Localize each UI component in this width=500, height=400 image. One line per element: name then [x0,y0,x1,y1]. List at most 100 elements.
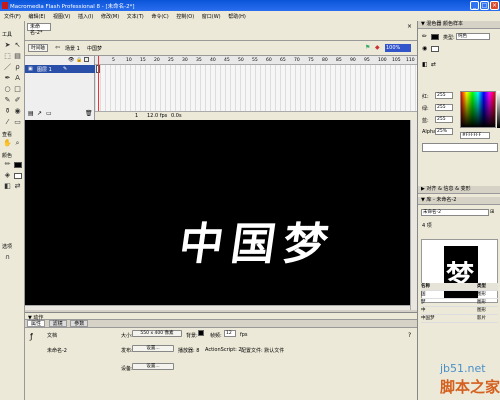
list-item[interactable]: 梦 图形 [421,299,498,307]
edit-symbol-icon[interactable]: ◆ [375,44,380,51]
close-document-icon[interactable]: × [407,23,412,30]
mixer-stroke-swatch[interactable] [431,34,439,40]
timeline-ruler[interactable]: 5 10 15 20 25 30 35 40 45 50 55 60 65 70 75 80 85 90 95 100… [95,56,417,65]
type-label: 类型: [443,35,455,41]
actions-panel-bar[interactable]: ▼ 动作 [25,312,417,321]
snap-to-objects-icon[interactable]: ∩ [3,253,12,262]
add-folder-icon[interactable]: ▭ [46,110,52,117]
edit-scene-icon[interactable]: ⚑ [365,44,370,51]
options-section-label: 选项 [2,244,13,250]
frame-rate: 12.0 fps [147,113,168,119]
library-col-name[interactable]: 名称 [421,284,430,289]
document-tab[interactable]: 未命名-2* [27,23,51,36]
outline-icon[interactable] [84,57,89,62]
pen-tool-icon[interactable]: ✒ [3,74,12,83]
zoom-tool-icon[interactable]: ⌕ [13,139,22,148]
tab-filters[interactable]: 滤镜 [48,320,67,327]
layer-list: 👁 🔒 ▣ 图层 1 ✎ ▤ ↗ ▭ 🗑 [25,56,95,120]
stage-text-zhongguomeng[interactable]: 中国梦 [176,208,341,272]
device-settings-button[interactable]: 设置... [132,363,174,370]
pencil-edit-icon: ✎ [63,66,68,72]
add-layer-icon[interactable]: ▤ [28,110,34,117]
color-mixer-header[interactable]: ▼ 混色器 颜色样本 [418,21,500,29]
mixer-swap-icon[interactable]: ⇄ [431,61,436,68]
ruler-tick-label: 85 [336,58,342,63]
blue-input[interactable]: 255 [435,116,453,123]
selection-tool-icon[interactable]: ➤ [3,41,12,50]
background-color-swatch[interactable] [198,330,204,336]
back-arrow-icon[interactable]: ⇦ [55,44,60,51]
stage-horizontal-scrollbar[interactable] [25,305,410,310]
document-size-button[interactable]: 550 x 400 像素 [132,330,182,337]
fill-bucket-icon[interactable]: ◉ [422,45,427,52]
ruler-tick-label: 15 [140,58,146,63]
line-tool-icon[interactable]: ／ [3,63,12,72]
symbol-breadcrumb[interactable]: 中国梦 [87,45,102,52]
red-input[interactable]: 255 [435,92,453,99]
color-spectrum[interactable] [460,91,496,128]
ruler-tick-label: 65 [280,58,286,63]
library-item-name: 梦 [421,300,426,305]
list-item[interactable]: 国 图形 [421,291,498,299]
ruler-tick-label: 5 [112,58,115,63]
close-button[interactable]: × [490,1,499,10]
green-input[interactable]: 255 [435,104,453,111]
mixer-fill-swatch[interactable] [431,46,439,52]
tab-parameters[interactable]: 参数 [70,320,89,327]
stroke-color-swatch[interactable] [14,162,22,168]
subselection-tool-icon[interactable]: ↖ [13,41,22,50]
ruler-tick-label: 25 [168,58,174,63]
library-header[interactable]: ▼ 库 - 未命名-2 [418,197,500,205]
fps-input[interactable]: 12 [224,330,236,337]
black-white-icon[interactable]: ◧ [3,182,12,191]
mixer-black-white-icon[interactable]: ◧ [422,61,428,68]
hex-input[interactable]: #FFFFFF [460,132,490,139]
help-icon[interactable]: ? [408,332,411,339]
tab-properties[interactable]: 属性 [27,320,46,327]
player-version: 播放器: 8 [178,348,200,354]
zoom-select[interactable]: 100% [385,44,411,52]
stage-vertical-scrollbar[interactable] [410,120,417,310]
lasso-tool-icon[interactable]: ρ [13,63,22,72]
eyedropper-tool-icon[interactable]: ⁄ [3,118,12,127]
text-tool-icon[interactable]: A [13,74,22,83]
add-guide-layer-icon[interactable]: ↗ [37,110,42,117]
layer-row[interactable]: ▣ 图层 1 ✎ [25,65,95,73]
delete-layer-icon[interactable]: 🗑 [85,110,93,117]
maximize-button[interactable]: □ [480,1,489,10]
list-item[interactable]: 中 图形 [421,307,498,315]
swap-colors-icon[interactable]: ⇄ [13,182,22,191]
align-info-transform-header[interactable]: ▶ 对齐 & 信息 & 变形 [418,186,500,194]
watermark-site-name: 脚本之家 [440,378,500,396]
free-transform-tool-icon[interactable]: ⬚ [3,52,12,61]
library-item-type: 图形 [477,300,486,305]
rectangle-tool-icon[interactable]: □ [13,85,22,94]
stroke-pencil-icon[interactable]: ✏ [422,33,427,40]
hand-tool-icon[interactable]: ✋ [3,139,12,148]
right-panels: ▼ 混色器 颜色样本 ✏ 类型: 纯色 ◉ ◧ ⇄ 红: 255 绿: 255 … [417,21,500,400]
stage[interactable]: 中国梦 [25,120,417,310]
minimize-button[interactable]: _ [470,1,479,10]
fill-color-icon[interactable]: ◈ [3,171,12,180]
gradient-transform-tool-icon[interactable]: ▤ [13,52,22,61]
fill-type-select[interactable]: 纯色 [456,33,490,40]
brush-tool-icon[interactable]: ✐ [13,96,22,105]
ink-bottle-tool-icon[interactable]: ⚱ [3,107,12,116]
oval-tool-icon[interactable]: ○ [3,85,12,94]
paint-bucket-tool-icon[interactable]: ◉ [13,107,22,116]
device-label: 设备: [121,366,133,372]
lock-icon[interactable]: 🔒 [76,57,82,63]
library-pin-icon[interactable]: ⊞ [490,209,494,215]
timeline-toggle-button[interactable]: 时间轴 [28,44,48,52]
alpha-input[interactable]: 25% [435,128,453,135]
library-col-type[interactable]: 类型 [477,283,486,291]
list-item[interactable]: 中国梦 影片 [421,315,498,323]
library-document-select[interactable]: 未命名-2 [421,209,489,216]
fill-color-swatch[interactable] [14,173,22,179]
publish-settings-button[interactable]: 设置... [132,345,174,352]
pencil-tool-icon[interactable]: ✎ [3,96,12,105]
eraser-tool-icon[interactable]: ▭ [13,118,22,127]
eye-icon[interactable]: 👁 [68,57,74,63]
stroke-color-icon[interactable]: ✏ [3,160,12,169]
scene-breadcrumb[interactable]: 场景 1 [65,45,80,52]
